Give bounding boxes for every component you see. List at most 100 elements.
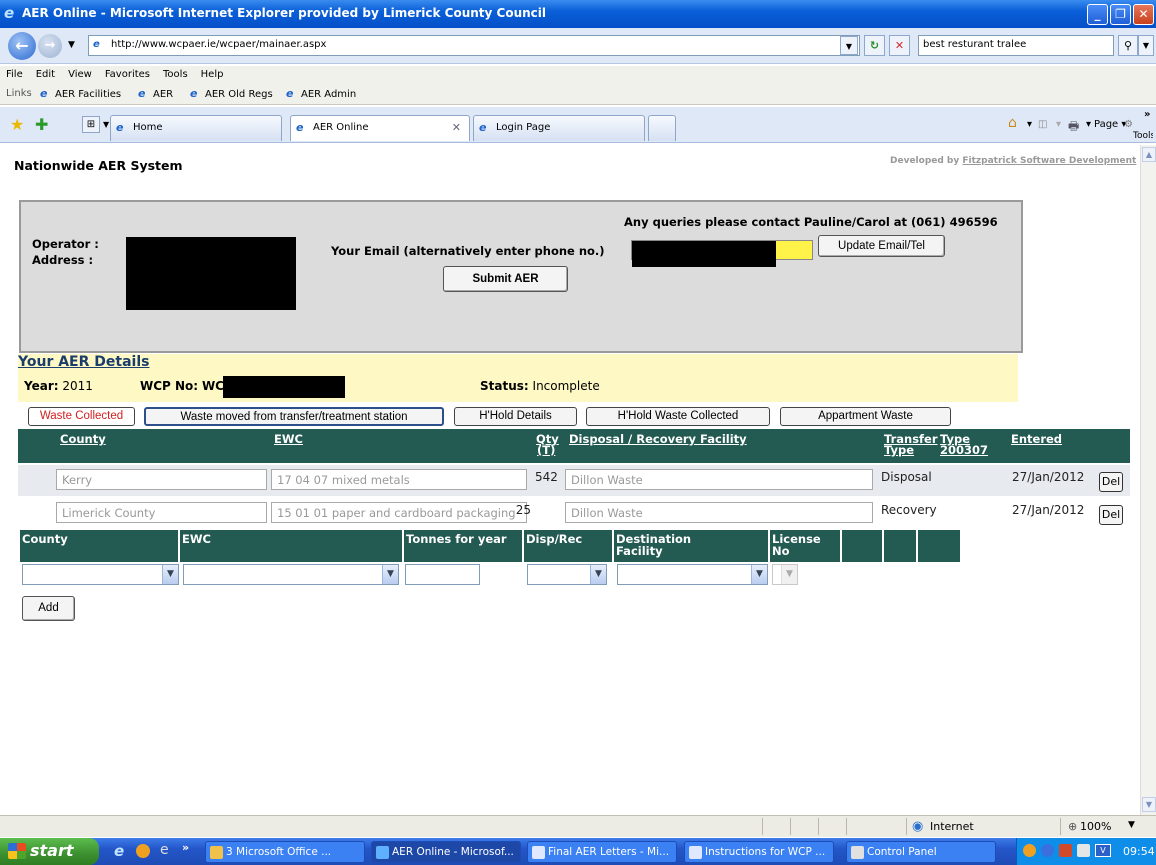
- monitor-tray-icon[interactable]: [1077, 844, 1090, 857]
- vertical-scrollbar[interactable]: ▲ ▼: [1140, 145, 1156, 815]
- tab-home[interactable]: e Home: [110, 115, 282, 141]
- security-tray-icon[interactable]: [1059, 844, 1072, 857]
- maximize-button[interactable]: ❐: [1110, 4, 1131, 25]
- chevron-down-icon: ▼: [382, 565, 398, 584]
- print-dropdown-icon[interactable]: ▾: [1086, 119, 1091, 130]
- outlook-tray-icon[interactable]: [1023, 844, 1036, 857]
- start-button[interactable]: start: [0, 838, 99, 865]
- county-select[interactable]: ▼: [22, 564, 179, 585]
- chevron-down-icon: ▼: [590, 565, 606, 584]
- destination-facility-select[interactable]: ▼: [617, 564, 768, 585]
- print-icon[interactable]: 🖶: [1068, 117, 1079, 138]
- ewc-select[interactable]: ▼: [183, 564, 399, 585]
- developed-by: Developed by Fitzpatrick Software Develo…: [890, 156, 1136, 166]
- search-icon[interactable]: ⚲: [1118, 35, 1138, 56]
- col-county[interactable]: County: [60, 433, 106, 445]
- col-entered[interactable]: Entered: [1011, 433, 1062, 445]
- feeds-icon[interactable]: ◫: [1038, 119, 1047, 130]
- scroll-down-icon[interactable]: ▼: [1142, 797, 1156, 812]
- row-county-field[interactable]: Kerry: [56, 469, 267, 490]
- link-aer-facilities[interactable]: e AER Facilities: [40, 88, 121, 101]
- row-type: Recovery: [881, 503, 937, 517]
- row-facility-field[interactable]: Dillon Waste: [565, 502, 873, 523]
- menu-file[interactable]: File: [6, 69, 23, 80]
- disp-rec-select[interactable]: ▼: [527, 564, 607, 585]
- home-dropdown-icon[interactable]: ▾: [1027, 119, 1032, 130]
- menu-help[interactable]: Help: [201, 69, 224, 80]
- tonnes-input[interactable]: [405, 564, 480, 585]
- quicklaunch-more-icon[interactable]: »: [182, 841, 189, 854]
- minimize-button[interactable]: _: [1087, 4, 1108, 25]
- col-ewc[interactable]: EWC: [274, 433, 303, 445]
- scroll-up-icon[interactable]: ▲: [1142, 147, 1156, 162]
- tab-waste-moved[interactable]: Waste moved from transfer/treatment stat…: [144, 407, 444, 426]
- feeds-dropdown-icon[interactable]: ▾: [1056, 119, 1061, 130]
- search-input[interactable]: best resturant tralee: [918, 35, 1114, 56]
- forward-button[interactable]: →: [38, 34, 62, 58]
- row-county-field[interactable]: Limerick County: [56, 502, 267, 523]
- tab-list-dropdown-icon[interactable]: ▼: [103, 120, 109, 129]
- row-facility-field[interactable]: Dillon Waste: [565, 469, 873, 490]
- tab-aer-online[interactable]: e AER Online ✕: [290, 115, 470, 141]
- row-ewc-field[interactable]: 15 01 01 paper and cardboard packaging: [271, 502, 527, 523]
- tools-menu[interactable]: Tools: [1133, 131, 1153, 141]
- network-tray-icon[interactable]: [1041, 844, 1054, 857]
- menu-view[interactable]: View: [68, 69, 92, 80]
- app-tray-icon[interactable]: V: [1095, 844, 1111, 857]
- task-aer-online[interactable]: AER Online - Microsof...: [371, 841, 521, 863]
- task-control-panel[interactable]: Control Panel: [846, 841, 996, 863]
- history-dropdown-icon[interactable]: ▼: [68, 40, 75, 50]
- update-email-button[interactable]: Update Email/Tel: [818, 235, 945, 257]
- link-label: AER Old Regs: [205, 89, 273, 100]
- add-button[interactable]: Add: [22, 596, 75, 621]
- new-tab-button[interactable]: [648, 115, 676, 141]
- tab-waste-collected[interactable]: Waste Collected: [28, 407, 135, 426]
- home-icon[interactable]: ⌂: [1008, 115, 1017, 131]
- task-final-aer-letters[interactable]: Final AER Letters - Mi...: [527, 841, 677, 863]
- ie-quicklaunch-icon[interactable]: e: [114, 842, 124, 860]
- zoom-level[interactable]: 100%: [1080, 820, 1111, 833]
- developer-link[interactable]: Fitzpatrick Software Development: [962, 156, 1136, 166]
- browser-quicklaunch-icon[interactable]: e: [160, 842, 169, 858]
- search-options-icon[interactable]: ▼: [1138, 35, 1154, 56]
- refresh-icon[interactable]: ↻: [864, 35, 885, 56]
- email-label: Your Email (alternatively enter phone no…: [331, 244, 605, 258]
- year-label: Year:: [24, 379, 59, 393]
- chevron-more-icon[interactable]: »: [1144, 109, 1150, 120]
- tab-login-page[interactable]: e Login Page: [473, 115, 645, 141]
- add-col-disp: Disp/Rec: [524, 530, 612, 562]
- favorites-star-icon[interactable]: ★: [10, 115, 24, 134]
- year-field: Year: 2011: [24, 379, 93, 393]
- stop-icon[interactable]: ✕: [889, 35, 910, 56]
- url-dropdown-icon[interactable]: ▼: [840, 36, 858, 55]
- close-window-button[interactable]: ✕: [1133, 4, 1154, 25]
- back-button[interactable]: ←: [8, 32, 36, 60]
- task-office[interactable]: 3 Microsoft Office ...: [205, 841, 365, 863]
- delete-row-button[interactable]: Del: [1099, 505, 1123, 525]
- delete-row-button[interactable]: Del: [1099, 472, 1123, 492]
- page-menu[interactable]: Page ▾: [1094, 119, 1126, 130]
- dest-label-2: Facility: [616, 544, 663, 558]
- url-field[interactable]: e http://www.wcpaer.ie/wcpaer/mainaer.as…: [88, 35, 860, 56]
- tab-appartment-waste[interactable]: Appartment Waste: [780, 407, 951, 426]
- link-label: AER Admin: [301, 89, 357, 100]
- tab-hhold-details[interactable]: H'Hold Details: [454, 407, 577, 426]
- quick-tabs-icon[interactable]: ⊞: [82, 116, 100, 133]
- close-tab-icon[interactable]: ✕: [452, 121, 461, 134]
- zoom-dropdown-icon[interactable]: ▼: [1128, 820, 1135, 830]
- submit-aer-button[interactable]: Submit AER: [443, 266, 568, 292]
- tab-hhold-waste-collected[interactable]: H'Hold Waste Collected: [586, 407, 770, 426]
- menu-tools[interactable]: Tools: [163, 69, 188, 80]
- outlook-quicklaunch-icon[interactable]: [136, 844, 150, 858]
- menu-favorites[interactable]: Favorites: [105, 69, 150, 80]
- link-aer[interactable]: e AER: [138, 88, 173, 101]
- add-favorites-icon[interactable]: ✚: [35, 115, 48, 134]
- email-input[interactable]: [631, 240, 813, 267]
- link-aer-admin[interactable]: e AER Admin: [286, 88, 357, 101]
- menu-edit[interactable]: Edit: [36, 69, 55, 80]
- col-facility[interactable]: Disposal / Recovery Facility: [569, 433, 747, 445]
- license-no-select[interactable]: ▼: [772, 564, 798, 585]
- row-ewc-field[interactable]: 17 04 07 mixed metals: [271, 469, 527, 490]
- link-aer-old-regs[interactable]: e AER Old Regs: [190, 88, 273, 101]
- task-instructions[interactable]: Instructions for WCP ...: [684, 841, 834, 863]
